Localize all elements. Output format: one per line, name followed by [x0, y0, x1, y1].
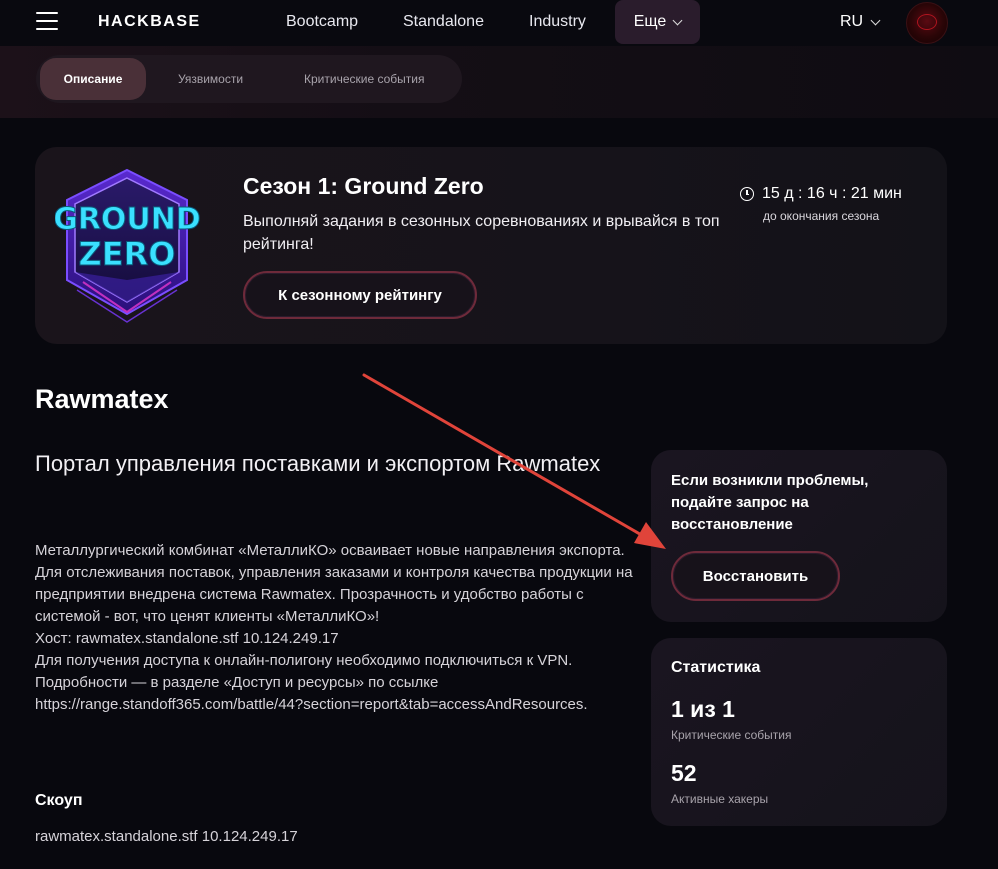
menu-icon[interactable] — [36, 12, 58, 32]
logo-text-ground: GROUND — [55, 202, 200, 237]
language-label: RU — [840, 13, 864, 30]
statistics-title: Статистика — [671, 659, 761, 676]
nav-standalone[interactable]: Standalone — [403, 13, 484, 31]
restore-button[interactable]: Восстановить — [671, 551, 840, 601]
season-banner: GROUND ZERO Сезон 1: Ground Zero Выполня… — [35, 147, 947, 344]
top-navigation-bar: HACKBASE Bootcamp Standalone Industry Ещ… — [0, 0, 998, 46]
description-text: Металлургический комбинат «МеталлиКО» ос… — [35, 540, 635, 716]
page-subtitle: Портал управления поставками и экспортом… — [35, 451, 601, 476]
critical-events-label: Критические события — [671, 728, 792, 742]
user-avatar[interactable] — [906, 2, 948, 44]
statistics-card: Статистика 1 из 1 Критические события 52… — [651, 638, 947, 826]
chevron-down-icon — [870, 15, 881, 25]
nav-industry[interactable]: Industry — [529, 13, 586, 31]
logo-text-zero: ZERO — [79, 235, 176, 273]
description-host: Хост: rawmatex.standalone.stf 10.124.249… — [35, 630, 339, 647]
scope-title: Скоуп — [35, 792, 83, 809]
hackbase-logo[interactable]: HACKBASE — [98, 13, 201, 31]
season-rating-button[interactable]: К сезонному рейтингу — [243, 271, 477, 319]
clock-icon — [740, 187, 754, 201]
nav-more-dropdown[interactable]: Еще — [615, 0, 700, 44]
chevron-down-icon — [672, 15, 683, 25]
ground-zero-logo: GROUND ZERO — [55, 168, 200, 323]
nav-more-label: Еще — [633, 13, 667, 30]
season-timer: 15 д : 16 ч : 21 мин — [740, 185, 902, 203]
restore-card: Если возникли проблемы, подайте запрос н… — [651, 450, 947, 622]
page-title: Rawmatex — [35, 384, 169, 414]
tab-bar: Описание Уязвимости Критические события — [36, 55, 462, 103]
season-timer-value: 15 д : 16 ч : 21 мин — [762, 185, 902, 202]
active-hackers-label: Активные хакеры — [671, 792, 769, 806]
description-vpn: Для получения доступа к онлайн-полигону … — [35, 652, 588, 713]
season-title: Сезон 1: Ground Zero — [243, 173, 484, 199]
restore-card-text: Если возникли проблемы, подайте запрос н… — [671, 472, 869, 533]
active-hackers-value: 52 — [671, 760, 697, 786]
critical-events-value: 1 из 1 — [671, 696, 735, 722]
scope-value: rawmatex.standalone.stf 10.124.249.17 — [35, 828, 298, 845]
nav-bootcamp[interactable]: Bootcamp — [286, 13, 358, 31]
tab-description[interactable]: Описание — [40, 58, 146, 100]
season-description: Выполняй задания в сезонных соревнования… — [243, 213, 720, 253]
season-timer-caption: до окончания сезона — [763, 209, 880, 223]
tab-vulnerabilities[interactable]: Уязвимости — [178, 63, 243, 95]
description-paragraph: Металлургический комбинат «МеталлиКО» ос… — [35, 542, 637, 625]
tab-critical-events[interactable]: Критические события — [304, 63, 424, 95]
language-selector[interactable]: RU — [840, 13, 881, 31]
